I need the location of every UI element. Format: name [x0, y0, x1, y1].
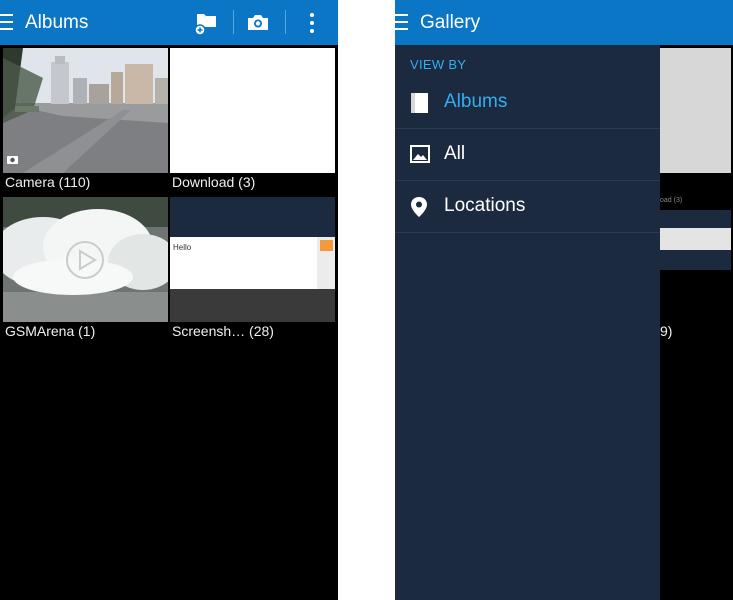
nav-item-albums[interactable]: Albums — [395, 77, 660, 129]
album-book-icon — [411, 93, 428, 113]
menu-icon[interactable] — [0, 14, 13, 30]
nav-item-locations[interactable]: Locations — [395, 181, 660, 233]
nav-item-label: Locations — [444, 195, 526, 216]
album-tile-gsmarena[interactable] — [3, 197, 168, 322]
partial-label: oad (3) — [660, 197, 683, 204]
toolbar-divider — [233, 10, 234, 34]
nav-item-label: All — [444, 143, 466, 164]
albums-screen: Albums Camera (110) Download (3) GSMAren… — [0, 0, 338, 600]
attach-icon — [320, 240, 333, 251]
page-title: Gallery — [420, 12, 481, 33]
album-label-camera: Camera (110) — [5, 174, 91, 190]
gallery-drawer-screen: Gallery oad (3) 9) VIEW BY Albums All Lo… — [395, 0, 733, 600]
album-label-download: Download (3) — [172, 174, 256, 190]
album-label-screenshots: Screensh… (28) — [172, 323, 274, 339]
nav-item-label: Albums — [444, 91, 508, 112]
album-tile-download[interactable] — [170, 48, 335, 173]
albums-grid-behind-drawer: oad (3) 9) — [660, 45, 733, 600]
camera-icon[interactable] — [243, 8, 273, 38]
navigation-drawer: VIEW BY Albums All Locations — [395, 45, 660, 600]
page-title: Albums — [25, 12, 89, 33]
album-tile-screenshots[interactable]: Hello — [170, 197, 335, 322]
section-header-view-by: VIEW BY — [410, 57, 467, 72]
camera-album-thumbnail — [3, 48, 168, 173]
download-tile-partial — [660, 48, 731, 173]
album-label-gsmarena: GSMArena (1) — [5, 323, 96, 339]
more-vert-icon[interactable] — [297, 8, 327, 38]
album-tile-camera[interactable] — [3, 48, 168, 173]
location-pin-icon — [411, 197, 427, 217]
app-bar: Gallery — [395, 0, 733, 45]
menu-icon[interactable] — [395, 14, 408, 30]
image-icon — [410, 145, 430, 163]
app-bar: Albums — [0, 0, 338, 45]
screenshot-thumb-keyboard — [170, 289, 335, 322]
screenshot-thumb-text: Hello — [173, 243, 192, 252]
partial-label: 9) — [660, 323, 673, 339]
folder-plus-icon[interactable] — [191, 8, 221, 38]
nav-item-all[interactable]: All — [395, 129, 660, 181]
screenshot-thumb-page: Hello — [170, 237, 335, 289]
toolbar-divider — [285, 10, 286, 34]
gsmarena-video-thumbnail — [3, 197, 168, 322]
